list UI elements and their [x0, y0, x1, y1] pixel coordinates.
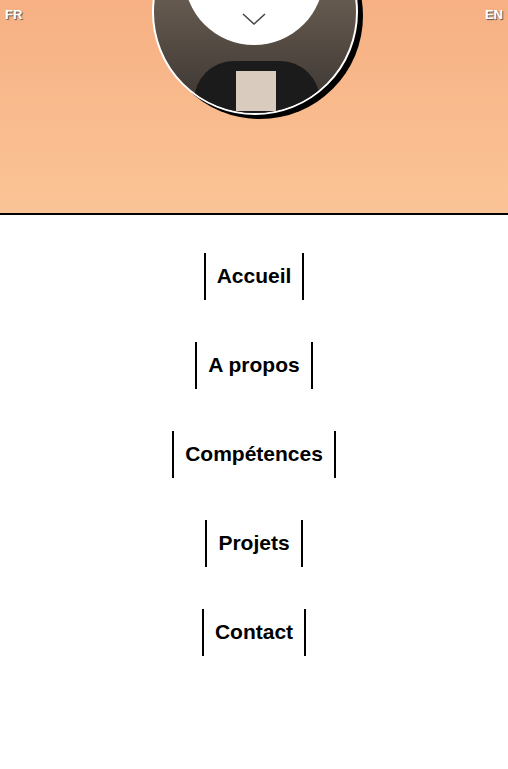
language-bar: FR EN — [0, 0, 508, 21]
language-switch[interactable]: FR — [5, 8, 22, 21]
nav-item[interactable]: A propos — [195, 342, 312, 389]
nav-item[interactable]: Compétences — [172, 431, 336, 478]
nav-item[interactable]: Contact — [202, 609, 306, 656]
language-switch[interactable]: EN — [485, 8, 503, 21]
main-nav: Accueil A propos Compétences Projets Contact — [0, 215, 508, 656]
nav-item[interactable]: Accueil — [204, 253, 305, 300]
chevron-down-icon — [242, 13, 266, 25]
hero: FR EN — [0, 0, 508, 215]
nav-item[interactable]: Projets — [205, 520, 302, 567]
